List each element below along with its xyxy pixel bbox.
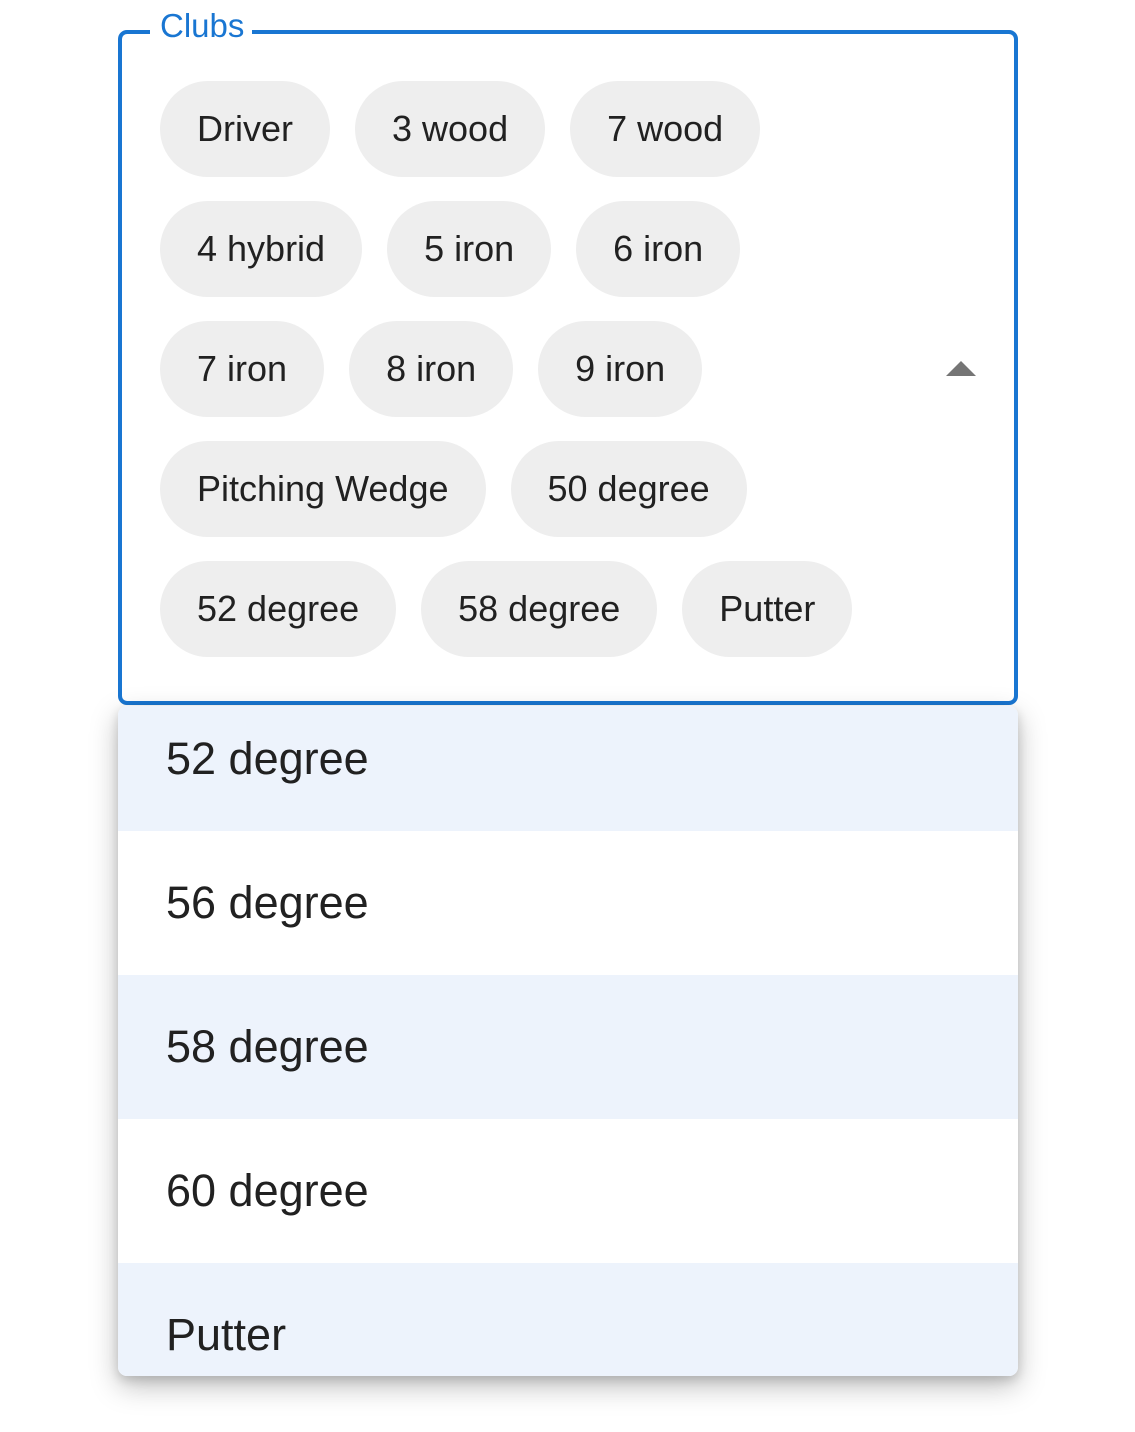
chip[interactable]: 58 degree <box>421 561 658 657</box>
chip[interactable]: 6 iron <box>576 201 741 297</box>
chip-row: 52 degree 58 degree Putter <box>160 561 920 657</box>
chip[interactable]: 9 iron <box>538 321 703 417</box>
menu-option[interactable]: 60 degree <box>118 1119 1018 1263</box>
menu-option[interactable]: 56 degree <box>118 831 1018 975</box>
chip[interactable]: 7 iron <box>160 321 325 417</box>
menu-option[interactable]: Putter <box>118 1263 1018 1376</box>
chip[interactable]: Putter <box>682 561 853 657</box>
chip[interactable]: 3 wood <box>355 81 546 177</box>
chip-row: Pitching Wedge 50 degree <box>160 441 920 537</box>
chip-row: 4 hybrid 5 iron 6 iron <box>160 201 920 297</box>
field-label: Clubs <box>150 6 253 46</box>
chip[interactable]: 7 wood <box>570 81 761 177</box>
menu-option[interactable]: 58 degree <box>118 975 1018 1119</box>
options-list: 52 degree 56 degree 58 degree 60 degree … <box>118 706 1018 1376</box>
chip[interactable]: 5 iron <box>387 201 552 297</box>
chip-row: Driver 3 wood 7 wood <box>160 81 920 177</box>
chip[interactable]: Driver <box>160 81 330 177</box>
menu-option[interactable]: 52 degree <box>118 706 1018 831</box>
chip[interactable]: 4 hybrid <box>160 201 363 297</box>
selected-chips: Driver 3 wood 7 wood 4 hybrid 5 iron 6 i… <box>160 81 920 681</box>
chip[interactable]: 52 degree <box>160 561 397 657</box>
chip-row: 7 iron 8 iron 9 iron <box>160 321 920 417</box>
options-menu: 52 degree 56 degree 58 degree 60 degree … <box>118 706 1018 1376</box>
chip[interactable]: 8 iron <box>349 321 514 417</box>
chip[interactable]: 50 degree <box>510 441 747 537</box>
arrow-up-icon[interactable] <box>946 361 976 376</box>
chip[interactable]: Pitching Wedge <box>160 441 486 537</box>
